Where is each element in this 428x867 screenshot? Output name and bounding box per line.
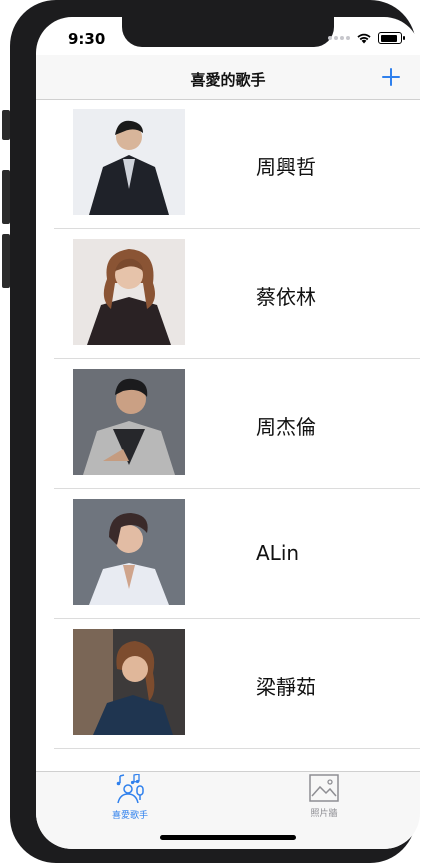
volume-down-button: [2, 234, 10, 288]
tab-label: 照片牆: [310, 809, 338, 819]
photo-wall-icon: [309, 774, 339, 802]
singer-list: 周興哲 蔡依林 周杰倫 ALin 梁靜茹: [36, 99, 420, 749]
singer-photo: [73, 369, 185, 475]
battery-icon: [378, 32, 405, 44]
tab-label: 喜愛歌手: [111, 811, 148, 821]
tab-photo-wall[interactable]: 照片牆: [274, 774, 374, 819]
singer-icon: [116, 773, 144, 804]
singer-name: ALin: [256, 541, 300, 565]
volume-up-button: [2, 170, 10, 224]
row-divider: [54, 748, 420, 749]
status-time: 9:30: [68, 30, 106, 48]
singer-row-1[interactable]: 蔡依林: [36, 229, 420, 359]
notch: [122, 17, 334, 47]
singer-photo: [73, 109, 185, 215]
singer-row-2[interactable]: 周杰倫: [36, 359, 420, 489]
signal-icon: [328, 36, 350, 40]
screen: 9:30 喜愛的歌手 周興哲 蔡依林 周杰倫 ALin 梁靜茹 喜愛歌手 照片牆: [36, 17, 420, 849]
add-button[interactable]: [376, 62, 406, 92]
singer-row-3[interactable]: ALin: [36, 489, 420, 619]
singer-name: 梁靜茹: [256, 675, 316, 699]
status-indicators: [328, 32, 405, 44]
tab-favorite-singers[interactable]: 喜愛歌手: [80, 773, 180, 821]
navigation-bar: 喜愛的歌手: [36, 55, 420, 100]
plus-icon: [382, 68, 400, 86]
singer-photo: [73, 629, 185, 735]
singer-photo: [73, 499, 185, 605]
phone-frame: 9:30 喜愛的歌手 周興哲 蔡依林 周杰倫 ALin 梁靜茹 喜愛歌手 照片牆: [10, 0, 420, 863]
singer-name: 周杰倫: [256, 415, 316, 439]
page-title: 喜愛的歌手: [190, 71, 266, 89]
singer-name: 周興哲: [256, 155, 316, 179]
mute-switch: [2, 110, 10, 140]
singer-row-4[interactable]: 梁靜茹: [36, 619, 420, 749]
wifi-icon: [357, 33, 371, 44]
singer-row-0[interactable]: 周興哲: [36, 99, 420, 229]
singer-photo: [73, 239, 185, 345]
singer-name: 蔡依林: [256, 285, 316, 309]
home-indicator: [160, 835, 296, 840]
